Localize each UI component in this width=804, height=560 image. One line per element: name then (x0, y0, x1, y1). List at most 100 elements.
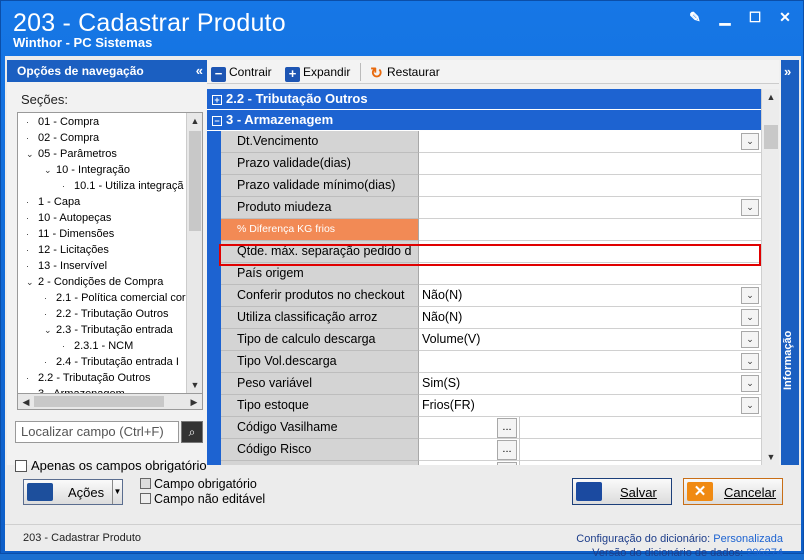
collapse-minus-icon[interactable]: − (212, 116, 222, 126)
property-row[interactable]: ... (207, 461, 761, 465)
ellipsis-button[interactable]: ... (497, 462, 517, 465)
chevron-down-icon[interactable]: ⌄ (741, 331, 759, 348)
save-button[interactable]: Salvar (572, 478, 672, 505)
scroll-right-icon[interactable]: ▶ (186, 394, 202, 410)
chevron-down-icon[interactable]: ⌄ (741, 353, 759, 370)
grid-vertical-scrollbar[interactable]: ▲ ▼ (761, 89, 779, 465)
property-value[interactable]: ⌄ (419, 131, 761, 153)
property-row[interactable]: Prazo validade(dias) (207, 153, 761, 175)
tree-item[interactable]: · 10.1 - Utiliza integraçã (62, 179, 183, 194)
property-row[interactable]: Peso variável Sim(S) ⌄ (207, 373, 761, 395)
ellipsis-button[interactable]: ... (497, 418, 517, 438)
tree-vertical-scrollbar[interactable]: ▲ ▼ (186, 113, 202, 393)
search-icon[interactable]: ⌕ (181, 421, 203, 443)
property-value[interactable] (419, 175, 761, 197)
tree-item[interactable]: · 2.4 - Tributação entrada I (44, 355, 179, 370)
required-only-checkbox[interactable]: Apenas os campos obrigatório (15, 458, 207, 473)
scroll-left-icon[interactable]: ◀ (18, 394, 34, 410)
property-value[interactable] (419, 263, 761, 285)
property-row[interactable]: Tipo estoque Frios(FR) ⌄ (207, 395, 761, 417)
property-value[interactable]: Sim(S) ⌄ (419, 373, 761, 395)
chevron-down-icon[interactable]: ⌄ (44, 163, 56, 178)
chevron-down-icon[interactable]: ⌄ (741, 397, 759, 414)
property-row[interactable]: País origem (207, 263, 761, 285)
tree-item[interactable]: · 10 - Autopeças (26, 211, 111, 226)
tree-item[interactable]: ⌄ 2.3 - Tributação entrada (44, 323, 173, 338)
tree-item[interactable]: · 01 - Compra (26, 115, 99, 130)
maximize-icon[interactable]: ☐ (747, 9, 763, 25)
restore-button[interactable]: ↻ Restaurar (369, 63, 439, 81)
cancel-button[interactable]: ✕ Cancelar (683, 478, 783, 505)
property-value[interactable] (419, 219, 761, 241)
tree-item[interactable]: · 2.2 - Tributação Outros (44, 307, 169, 322)
property-row[interactable]: Tipo Vol.descarga ⌄ (207, 351, 761, 373)
chevron-down-icon[interactable]: ⌄ (26, 387, 38, 393)
ellipsis-button[interactable]: ... (497, 440, 517, 460)
tree-item[interactable]: · 13 - Inservível (26, 259, 107, 274)
category-header[interactable]: −3 - Armazenagem (207, 110, 761, 130)
property-value[interactable]: ... (419, 439, 761, 461)
tree-item[interactable]: ⌄ 05 - Parâmetros (26, 147, 117, 162)
scroll-thumb[interactable] (764, 125, 778, 149)
search-input[interactable]: Localizar campo (Ctrl+F) (15, 421, 179, 443)
property-value[interactable]: ... (419, 417, 761, 439)
property-row[interactable]: % Diferença KG frios (207, 219, 761, 241)
chevron-down-icon[interactable]: ⌄ (26, 275, 38, 290)
expand-button[interactable]: + Expandir (285, 63, 350, 82)
tree-item[interactable]: · 2.3.1 - NCM (62, 339, 133, 354)
edit-window-icon[interactable]: ✎ (687, 9, 703, 25)
collapse-button[interactable]: − Contrair (211, 63, 272, 82)
property-value[interactable] (419, 153, 761, 175)
tree-item[interactable]: ⌄ 3 - Armazenagem (26, 387, 125, 393)
tree-item[interactable]: · 12 - Licitações (26, 243, 109, 258)
actions-button[interactable]: Ações ▼ (23, 479, 123, 505)
chevron-down-icon[interactable]: ⌄ (741, 375, 759, 392)
property-row[interactable]: Código Risco... (207, 439, 761, 461)
property-row[interactable]: Tipo de calculo descarga Volume(V) ⌄ (207, 329, 761, 351)
chevron-down-icon[interactable]: ⌄ (44, 323, 56, 338)
section-tree[interactable]: ⌄ 3 - Armazenagem · 2.2 - Tributação Outros… (17, 112, 203, 394)
double-chevron-left-icon[interactable]: « (196, 60, 203, 82)
property-value[interactable]: ... (419, 461, 761, 465)
scroll-up-icon[interactable]: ▲ (762, 89, 780, 105)
tree-horizontal-scrollbar[interactable]: ◀ ▶ (17, 394, 203, 410)
property-value[interactable]: Volume(V) ⌄ (419, 329, 761, 351)
property-value[interactable]: Frios(FR) ⌄ (419, 395, 761, 417)
property-value[interactable]: ⌄ (419, 351, 761, 373)
dropdown-arrow-icon[interactable]: ▼ (112, 480, 122, 504)
tree-item[interactable]: · 1 - Capa (26, 195, 80, 210)
scroll-thumb[interactable] (34, 396, 164, 407)
expand-plus-icon[interactable]: + (212, 95, 222, 105)
config-value[interactable]: Personalizada (713, 533, 783, 545)
chevron-down-icon[interactable]: ⌄ (741, 309, 759, 326)
category-header[interactable]: +2.2 - Tributação Outros (207, 89, 761, 109)
chevron-down-icon[interactable]: ⌄ (741, 199, 759, 216)
minimize-icon[interactable]: ▁ (717, 9, 733, 25)
tree-item[interactable]: · 2.2 - Tributação Outros (26, 371, 151, 386)
property-row[interactable]: Conferir produtos no checkout Não(N) ⌄ (207, 285, 761, 307)
property-row[interactable]: Utiliza classificação arroz Não(N) ⌄ (207, 307, 761, 329)
close-icon[interactable]: ✕ (777, 9, 793, 25)
property-value[interactable]: Não(N) ⌄ (419, 307, 761, 329)
tree-item[interactable]: ⌄ 2 - Condições de Compra (26, 275, 163, 290)
chevron-down-icon[interactable]: ⌄ (26, 147, 38, 162)
property-row[interactable]: Código Vasilhame... (207, 417, 761, 439)
tree-item[interactable]: ⌄ 10 - Integração (44, 163, 130, 178)
scroll-up-icon[interactable]: ▲ (187, 113, 202, 129)
scroll-down-icon[interactable]: ▼ (187, 377, 202, 393)
property-row[interactable]: Produto miudeza ⌄ (207, 197, 761, 219)
scroll-down-icon[interactable]: ▼ (762, 449, 780, 465)
property-row[interactable]: Prazo validade mínimo(dias) (207, 175, 761, 197)
tree-item[interactable]: · 2.1 - Política comercial cor (44, 291, 186, 306)
property-row[interactable]: Dt.Vencimento ⌄ (207, 131, 761, 153)
scroll-thumb[interactable] (189, 131, 201, 231)
property-grid[interactable]: +2.2 - Tributação Outros −3 - Armazenage… (207, 89, 761, 465)
property-value[interactable]: ⌄ (419, 197, 761, 219)
property-value[interactable]: Não(N) ⌄ (419, 285, 761, 307)
info-side-tab[interactable]: » Informação (781, 60, 799, 465)
chevron-down-icon[interactable]: ⌄ (741, 133, 759, 150)
chevron-down-icon[interactable]: ⌄ (741, 287, 759, 304)
checkbox-box[interactable] (15, 460, 27, 472)
tree-item[interactable]: · 02 - Compra (26, 131, 99, 146)
tree-item[interactable]: · 11 - Dimensões (26, 227, 114, 242)
